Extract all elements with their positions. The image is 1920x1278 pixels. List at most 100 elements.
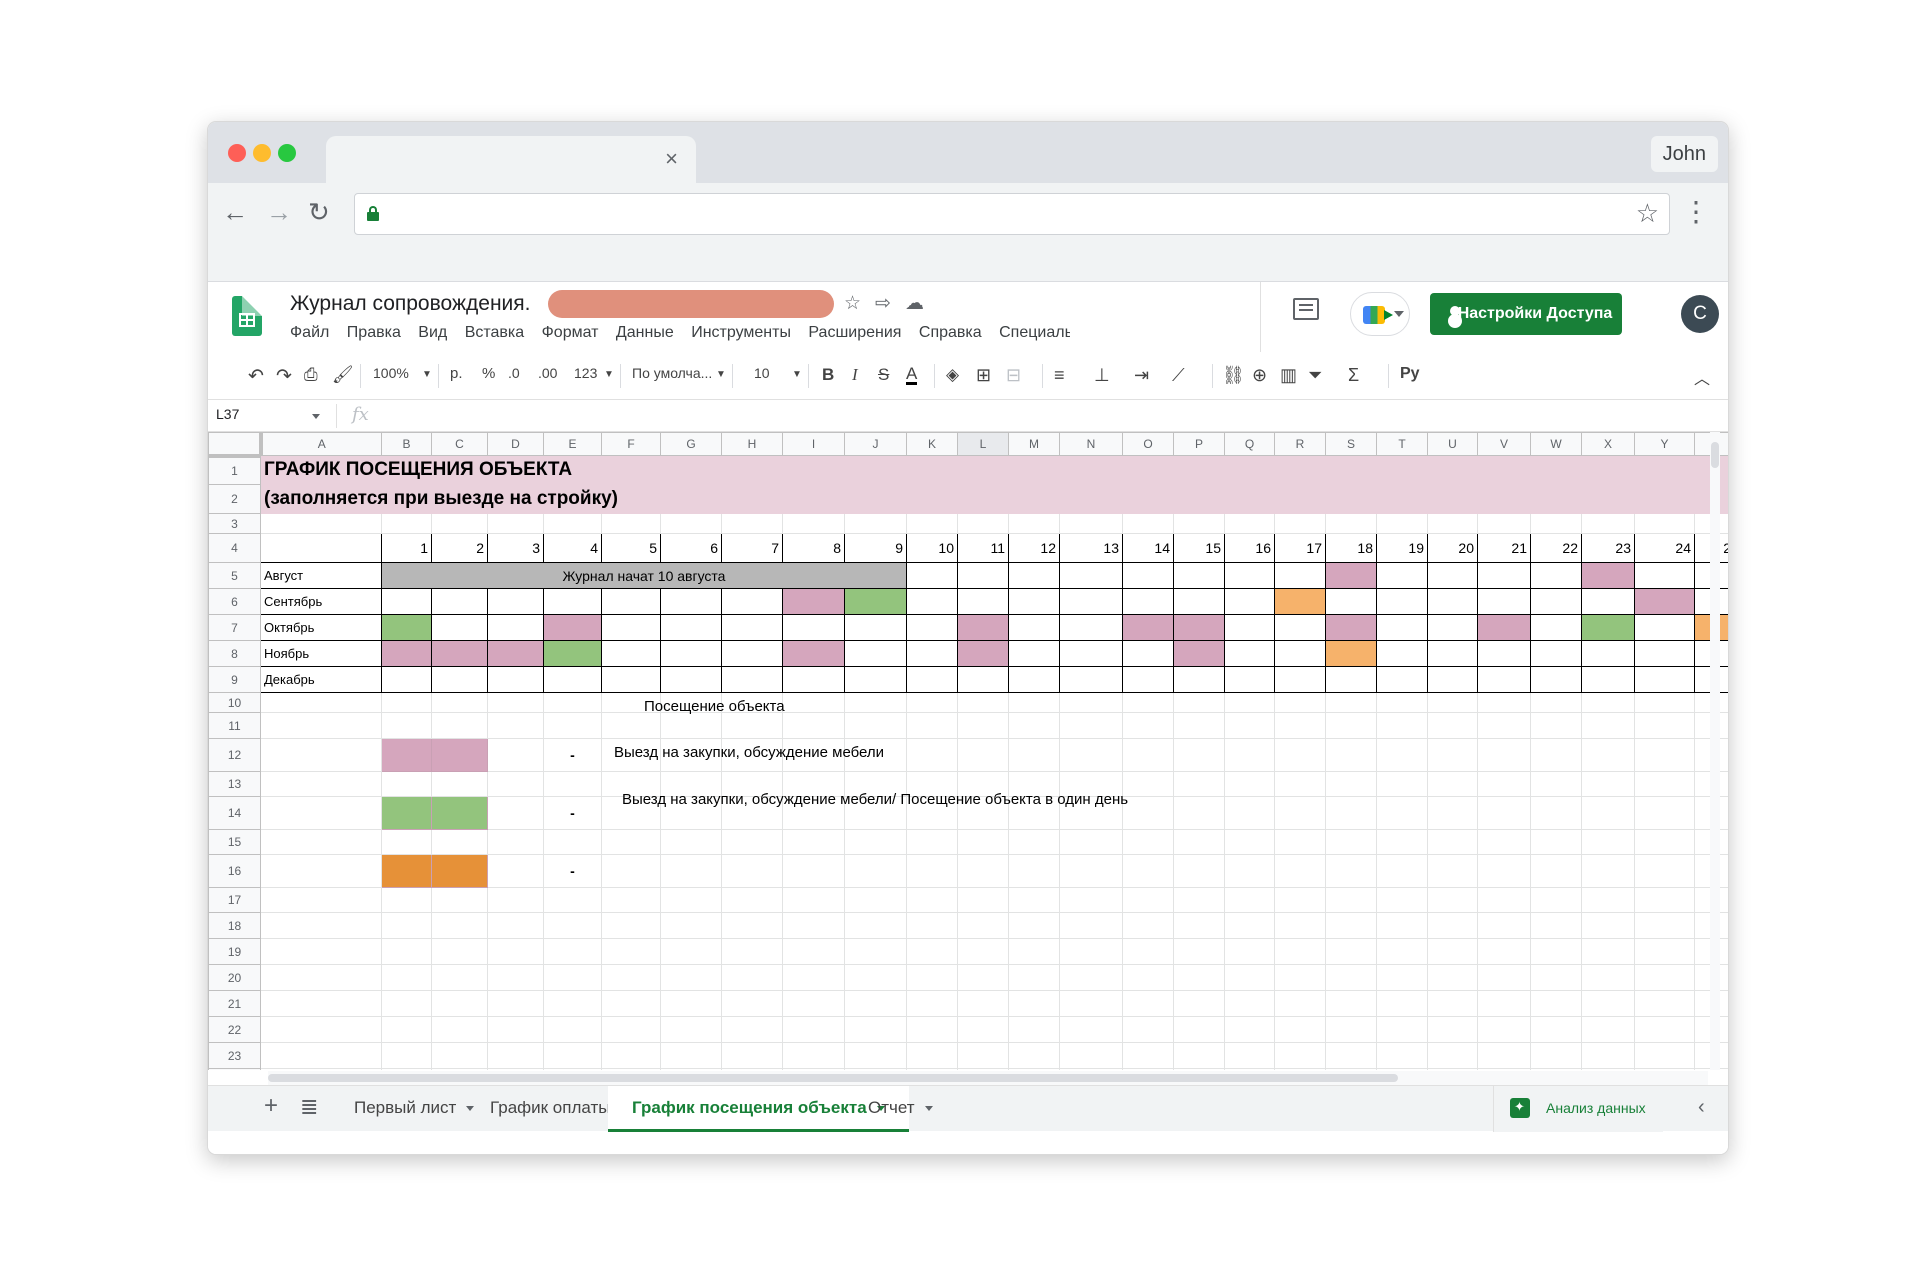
cell-N10[interactable] <box>1059 692 1123 713</box>
cell-T4[interactable]: 19 <box>1376 533 1428 563</box>
row-header[interactable]: 20 <box>208 964 261 991</box>
cell-V16[interactable] <box>1477 854 1531 888</box>
cell-Q17[interactable] <box>1224 887 1275 913</box>
font-size-select[interactable]: 10 <box>754 365 770 381</box>
cell-L22[interactable] <box>957 1016 1009 1043</box>
cell-W12[interactable] <box>1530 738 1582 772</box>
cell-S8[interactable] <box>1325 640 1377 667</box>
cell-K23[interactable] <box>906 1042 958 1069</box>
insert-comment-icon[interactable]: ⊕ <box>1252 365 1267 386</box>
strikethrough-button[interactable]: S <box>878 365 889 385</box>
cell-U10[interactable] <box>1427 692 1478 713</box>
column-header-L[interactable]: L <box>957 432 1009 456</box>
cell-A20[interactable] <box>260 964 382 991</box>
cell-P3[interactable] <box>1173 513 1225 534</box>
cell-R3[interactable] <box>1274 513 1326 534</box>
cell-P11[interactable] <box>1173 712 1225 739</box>
cell-X4[interactable]: 23 <box>1581 533 1635 563</box>
column-header-H[interactable]: H <box>721 432 783 456</box>
cell-F24[interactable] <box>601 1068 661 1070</box>
cell-U7[interactable] <box>1427 614 1478 641</box>
cell-X21[interactable] <box>1581 990 1635 1017</box>
cell-L1[interactable] <box>957 455 1009 485</box>
cell-K15[interactable] <box>906 829 958 855</box>
cell-G22[interactable] <box>660 1016 722 1043</box>
cell-D13[interactable] <box>487 771 544 797</box>
cell-O16[interactable] <box>1122 854 1174 888</box>
cell-Y24[interactable] <box>1634 1068 1695 1070</box>
cell-N2[interactable] <box>1059 484 1123 514</box>
cell-Q8[interactable] <box>1224 640 1275 667</box>
cell-Y2[interactable] <box>1634 484 1695 514</box>
cell-Y16[interactable] <box>1634 854 1695 888</box>
side-panel-toggle-icon[interactable]: ‹ <box>1698 1096 1705 1119</box>
vertical-align-icon[interactable]: ⊥ <box>1094 365 1110 386</box>
cell-S15[interactable] <box>1325 829 1377 855</box>
cell-L9[interactable] <box>957 666 1009 693</box>
cell-B8[interactable] <box>381 640 432 667</box>
cell-W24[interactable] <box>1530 1068 1582 1070</box>
cell-I20[interactable] <box>782 964 845 991</box>
cell-Q2[interactable] <box>1224 484 1275 514</box>
cell-A13[interactable] <box>260 771 382 797</box>
cell-H19[interactable] <box>721 938 783 965</box>
cell-C24[interactable] <box>431 1068 488 1070</box>
cell-X14[interactable] <box>1581 796 1635 830</box>
paint-format-icon[interactable]: 🖌 <box>332 365 354 385</box>
cell-X3[interactable] <box>1581 513 1635 534</box>
cell-W7[interactable] <box>1530 614 1582 641</box>
cell-Y8[interactable] <box>1634 640 1695 667</box>
cell-C19[interactable] <box>431 938 488 965</box>
cell-K22[interactable] <box>906 1016 958 1043</box>
cell-D23[interactable] <box>487 1042 544 1069</box>
cell-L19[interactable] <box>957 938 1009 965</box>
cell-K10[interactable] <box>906 692 958 713</box>
cell-V14[interactable] <box>1477 796 1531 830</box>
cell-H24[interactable] <box>721 1068 783 1070</box>
cell-A8[interactable]: Ноябрь <box>260 640 382 667</box>
all-sheets-icon[interactable]: ≣ <box>300 1094 318 1120</box>
cell-K18[interactable] <box>906 912 958 939</box>
cell-J6[interactable] <box>844 588 907 615</box>
cell-G3[interactable] <box>660 513 722 534</box>
document-title[interactable]: Журнал сопровождения. <box>290 292 531 316</box>
cell-A17[interactable] <box>260 887 382 913</box>
cell-B7[interactable] <box>381 614 432 641</box>
cell-R1[interactable] <box>1274 455 1326 485</box>
cell-M23[interactable] <box>1008 1042 1060 1069</box>
cell-X2[interactable] <box>1581 484 1635 514</box>
cell-B9[interactable] <box>381 666 432 693</box>
cell-Y22[interactable] <box>1634 1016 1695 1043</box>
cell-D6[interactable] <box>487 588 544 615</box>
cell-O6[interactable] <box>1122 588 1174 615</box>
cell-I6[interactable] <box>782 588 845 615</box>
cell-R7[interactable] <box>1274 614 1326 641</box>
cell-T16[interactable] <box>1376 854 1428 888</box>
cell-L4[interactable]: 11 <box>957 533 1009 563</box>
cell-S2[interactable] <box>1325 484 1377 514</box>
maximize-window-dot[interactable] <box>278 144 296 162</box>
cell-U8[interactable] <box>1427 640 1478 667</box>
cell-E20[interactable] <box>543 964 602 991</box>
cell-G11[interactable] <box>660 712 722 739</box>
cell-G8[interactable] <box>660 640 722 667</box>
cell-D22[interactable] <box>487 1016 544 1043</box>
cell-K16[interactable] <box>906 854 958 888</box>
cell-P21[interactable] <box>1173 990 1225 1017</box>
comments-icon[interactable] <box>1293 298 1319 320</box>
cell-L15[interactable] <box>957 829 1009 855</box>
cell-Y7[interactable] <box>1634 614 1695 641</box>
cell-T20[interactable] <box>1376 964 1428 991</box>
cell-X17[interactable] <box>1581 887 1635 913</box>
cell-E6[interactable] <box>543 588 602 615</box>
cell-D9[interactable] <box>487 666 544 693</box>
percent-format-button[interactable]: % <box>482 365 495 382</box>
cell-V5[interactable] <box>1477 562 1531 589</box>
journal-start-note[interactable]: Журнал начат 10 августа <box>381 562 907 589</box>
cell-S18[interactable] <box>1325 912 1377 939</box>
cell-V9[interactable] <box>1477 666 1531 693</box>
cell-G18[interactable] <box>660 912 722 939</box>
cell-H20[interactable] <box>721 964 783 991</box>
column-header-C[interactable]: C <box>431 432 488 456</box>
cell-R13[interactable] <box>1274 771 1326 797</box>
